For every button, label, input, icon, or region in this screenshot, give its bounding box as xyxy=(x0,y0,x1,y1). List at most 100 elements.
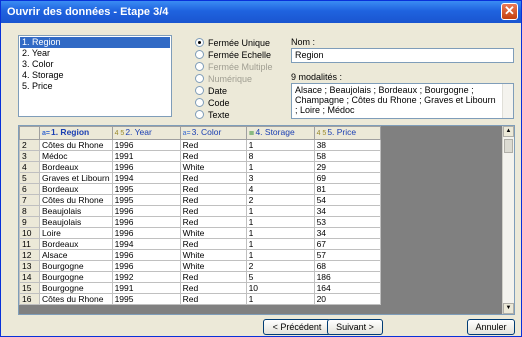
variable-item[interactable]: 2. Year xyxy=(20,48,170,59)
table-row[interactable]: 6 Bordeaux 1995 Red 4 81 xyxy=(19,183,381,195)
table-cell[interactable]: Bordeaux xyxy=(39,183,113,195)
type-radio[interactable]: Texte xyxy=(195,109,230,121)
table-cell[interactable]: 1996 xyxy=(111,139,181,151)
table-row[interactable]: 3 Médoc 1991 Red 8 58 xyxy=(19,150,381,162)
table-cell[interactable]: 1 xyxy=(245,205,315,217)
table-cell[interactable]: White xyxy=(179,161,247,173)
cancel-button[interactable]: Annuler xyxy=(467,319,515,335)
table-cell[interactable]: Médoc xyxy=(39,150,113,162)
table-row[interactable]: 13 Bourgogne 1996 White 2 68 xyxy=(19,260,381,272)
table-cell[interactable]: 164 xyxy=(313,282,381,294)
variable-item[interactable]: 1. Region xyxy=(20,37,170,48)
close-button[interactable]: ✕ xyxy=(501,3,518,20)
table-cell[interactable]: White xyxy=(179,249,247,261)
table-cell[interactable]: Alsace xyxy=(39,249,113,261)
table-cell[interactable]: 34 xyxy=(313,227,381,239)
table-cell[interactable]: 53 xyxy=(313,216,381,228)
table-row[interactable]: 15 Bourgogne 1991 Red 10 164 xyxy=(19,282,381,294)
table-cell[interactable]: 1994 xyxy=(111,238,181,250)
table-cell[interactable]: 1996 xyxy=(111,249,181,261)
type-radio[interactable]: Code xyxy=(195,97,230,109)
variable-item[interactable]: 3. Color xyxy=(20,59,170,70)
table-cell[interactable]: 58 xyxy=(313,150,381,162)
table-cell[interactable]: 68 xyxy=(313,260,381,272)
table-cell[interactable]: 34 xyxy=(313,205,381,217)
table-cell[interactable]: Bordeaux xyxy=(39,238,113,250)
table-cell[interactable]: White xyxy=(179,227,247,239)
table-cell[interactable]: 5 xyxy=(245,271,315,283)
table-cell[interactable]: 2 xyxy=(245,260,315,272)
table-cell[interactable]: 2 xyxy=(245,194,315,206)
table-cell[interactable]: 1 xyxy=(245,249,315,261)
table-cell[interactable]: 1995 xyxy=(111,183,181,195)
table-cell[interactable]: 1996 xyxy=(111,216,181,228)
column-header[interactable]: 4 52. Year xyxy=(111,126,181,140)
scroll-up-icon[interactable]: ▲ xyxy=(503,126,514,137)
table-cell[interactable]: Loire xyxy=(39,227,113,239)
table-cell[interactable]: 1996 xyxy=(111,260,181,272)
table-row[interactable]: 9 Beaujolais 1996 Red 1 53 xyxy=(19,216,381,228)
type-radio[interactable]: Fermée Echelle xyxy=(195,49,271,61)
scroll-down-icon[interactable]: ▼ xyxy=(503,303,514,314)
table-cell[interactable]: 1995 xyxy=(111,194,181,206)
table-cell[interactable]: 1992 xyxy=(111,271,181,283)
name-input[interactable]: Region xyxy=(291,48,514,63)
table-cell[interactable]: 67 xyxy=(313,238,381,250)
table-cell[interactable]: Red xyxy=(179,172,247,184)
table-row[interactable]: 10 Loire 1996 White 1 34 xyxy=(19,227,381,239)
table-cell[interactable]: 1991 xyxy=(111,150,181,162)
table-row[interactable]: 12 Alsace 1996 White 1 57 xyxy=(19,249,381,261)
table-cell[interactable]: 186 xyxy=(313,271,381,283)
table-cell[interactable]: 29 xyxy=(313,161,381,173)
table-cell[interactable]: 1 xyxy=(245,293,315,305)
type-radio[interactable]: Fermée Unique xyxy=(195,37,270,49)
table-row[interactable]: 14 Bourgogne 1992 Red 5 186 xyxy=(19,271,381,283)
table-row[interactable]: 16 Côtes du Rhone 1995 Red 1 20 xyxy=(19,293,381,305)
table-cell[interactable]: Red xyxy=(179,238,247,250)
column-header[interactable]: a=1. Region xyxy=(39,126,113,140)
table-cell[interactable]: 57 xyxy=(313,249,381,261)
table-cell[interactable]: Côtes du Rhone xyxy=(39,293,113,305)
table-cell[interactable]: 20 xyxy=(313,293,381,305)
table-row[interactable]: 8 Beaujolais 1996 Red 1 34 xyxy=(19,205,381,217)
table-cell[interactable]: 81 xyxy=(313,183,381,195)
table-cell[interactable]: White xyxy=(179,260,247,272)
table-cell[interactable]: 10 xyxy=(245,282,315,294)
table-cell[interactable]: Red xyxy=(179,194,247,206)
next-button[interactable]: Suivant > xyxy=(327,319,383,335)
table-cell[interactable]: 1996 xyxy=(111,205,181,217)
table-row[interactable]: 5 Graves et Libourn 1994 Red 3 69 xyxy=(19,172,381,184)
table-row[interactable]: 11 Bordeaux 1994 Red 1 67 xyxy=(19,238,381,250)
modalities-scrollbar[interactable] xyxy=(502,84,513,118)
table-row[interactable]: 4 Bordeaux 1996 White 1 29 xyxy=(19,161,381,173)
type-radio[interactable]: Date xyxy=(195,85,227,97)
table-cell[interactable]: Red xyxy=(179,216,247,228)
table-cell[interactable]: Côtes du Rhone xyxy=(39,194,113,206)
modalities-box[interactable]: Alsace ; Beaujolais ; Bordeaux ; Bourgog… xyxy=(291,83,514,119)
table-cell[interactable]: Bordeaux xyxy=(39,161,113,173)
previous-button[interactable]: < Précédent xyxy=(263,319,331,335)
variable-list[interactable]: 1. Region 2. Year 3. Color 4. Storage 5. Pri… xyxy=(18,35,172,117)
table-cell[interactable]: Red xyxy=(179,205,247,217)
grid-scrollbar[interactable]: ▲ ▼ xyxy=(502,126,514,314)
table-cell[interactable]: 1 xyxy=(245,161,315,173)
table-cell[interactable]: Graves et Libourn xyxy=(39,172,113,184)
table-cell[interactable]: 1995 xyxy=(111,293,181,305)
table-cell[interactable]: 38 xyxy=(313,139,381,151)
variable-item[interactable]: 4. Storage xyxy=(20,70,170,81)
column-header[interactable]: 4 55. Price xyxy=(313,126,381,140)
table-cell[interactable]: Beaujolais xyxy=(39,216,113,228)
table-cell[interactable]: Red xyxy=(179,282,247,294)
table-row[interactable]: 2 Côtes du Rhone 1996 Red 1 38 xyxy=(19,139,381,151)
column-header[interactable]: a=3. Color xyxy=(179,126,247,140)
table-cell[interactable]: 1 xyxy=(245,139,315,151)
table-cell[interactable]: Beaujolais xyxy=(39,205,113,217)
table-cell[interactable]: 4 xyxy=(245,183,315,195)
table-cell[interactable]: 1996 xyxy=(111,227,181,239)
table-cell[interactable]: 1991 xyxy=(111,282,181,294)
table-cell[interactable]: 1 xyxy=(245,227,315,239)
table-cell[interactable]: Red xyxy=(179,183,247,195)
table-cell[interactable]: 3 xyxy=(245,172,315,184)
column-header[interactable]: ≣4. Storage xyxy=(245,126,315,140)
table-cell[interactable]: 1 xyxy=(245,238,315,250)
